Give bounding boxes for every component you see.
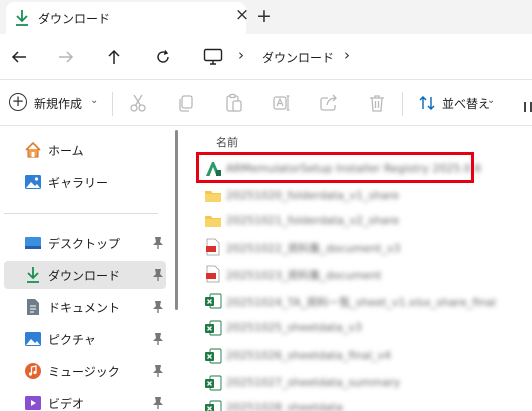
add-icon: + (9, 93, 27, 111)
copy-icon[interactable] (176, 93, 196, 113)
excel-file-icon (205, 320, 222, 336)
refresh-icon (157, 50, 169, 63)
file-row[interactable]: 20251021_folderdata_v2_share (200, 209, 480, 233)
up-button[interactable] (101, 44, 127, 70)
view-more-icon[interactable] (524, 102, 532, 112)
file-name: 20251021_folderdata_v2_share (226, 214, 400, 227)
file-row[interactable]: 20251020_folderdata_v1_share (200, 184, 480, 208)
sidebar-item-music[interactable]: ミュージック (4, 357, 166, 385)
gallery-icon (25, 175, 41, 189)
tab-title: ダウンロード (38, 12, 111, 26)
download-icon (27, 267, 39, 283)
download-icon (16, 10, 28, 26)
sidebar-item-videos[interactable]: ビデオ (4, 389, 166, 411)
tab-close-button[interactable]: × (232, 5, 252, 25)
new-button-label: 新規作成 (34, 97, 83, 111)
file-row[interactable]: 20251022_資料集_document_v3 (200, 235, 480, 259)
new-tab-button[interactable]: + (253, 5, 275, 27)
delete-icon[interactable] (367, 93, 387, 113)
file-name: 20251020_folderdata_v1_share (226, 189, 400, 202)
sort-icon (419, 96, 435, 110)
sidebar-item-desktop[interactable]: デスクトップ (4, 229, 166, 257)
pin-icon[interactable] (152, 332, 164, 346)
pin-icon[interactable] (152, 364, 164, 378)
pictures-icon (25, 332, 41, 346)
folder-icon (205, 191, 221, 202)
sidebar-item-label: ギャラリー (48, 176, 109, 190)
videos-icon (25, 396, 41, 410)
sidebar-item-label: ダウンロード (48, 269, 121, 283)
cut-icon[interactable] (128, 93, 148, 113)
back-button[interactable] (6, 44, 32, 70)
file-name: 20251022_資料集_document_v3 (226, 242, 401, 255)
file-row[interactable]: 20251026_sheetdata_final_v4 (200, 344, 480, 368)
excel-file-icon (205, 348, 222, 364)
sidebar-divider (4, 213, 158, 214)
breadcrumb-separator[interactable]: › (344, 46, 350, 64)
chevron-down-icon: ⌄ (90, 95, 99, 106)
forward-button[interactable] (53, 44, 79, 70)
sidebar-item-label: ドキュメント (48, 301, 121, 315)
arrow-right-icon (59, 51, 74, 63)
sidebar-item-label: ピクチャ (48, 333, 96, 347)
chevron-down-icon: ⌄ (487, 95, 496, 106)
refresh-button[interactable] (150, 44, 176, 70)
folder-icon (205, 216, 221, 227)
documents-icon (27, 299, 39, 315)
sidebar-scrollbar[interactable] (175, 130, 178, 310)
file-name: 20251023_資料集_document (226, 269, 382, 282)
pin-icon[interactable] (152, 268, 164, 282)
file-name: 20251027_sheetdata_summary (226, 376, 401, 389)
divider (112, 92, 113, 116)
file-row[interactable]: 20251023_資料集_document (200, 262, 480, 286)
file-name: 20251024_TA_資料一覧_sheet_v1.xlsx_share_fin… (226, 296, 496, 309)
music-icon (25, 363, 41, 379)
sidebar-item-label: デスクトップ (48, 237, 121, 251)
desktop-icon (25, 237, 41, 249)
excel-file-icon (205, 400, 222, 411)
navigation-pane: ホーム ギャラリー デスクトップ ダウンロード ドキュメント ピクチャ ミュージ… (0, 126, 170, 411)
divider (402, 92, 403, 116)
sidebar-item-gallery[interactable]: ギャラリー (4, 168, 166, 196)
sidebar-item-pictures[interactable]: ピクチャ (4, 325, 166, 353)
paste-icon[interactable] (224, 93, 244, 113)
arrow-up-icon (108, 49, 120, 64)
sidebar-item-label: ビデオ (48, 397, 85, 411)
pin-icon[interactable] (152, 396, 164, 410)
pdf-file-icon (206, 265, 220, 283)
file-name: 20251026_sheetdata_final_v4 (226, 349, 392, 362)
file-name: 20251025_sheetdata_v3 (226, 321, 362, 334)
arrow-left-icon (11, 51, 26, 63)
excel-file-icon (205, 375, 222, 391)
file-row[interactable]: 20251024_TA_資料一覧_sheet_v1.xlsx_share_fin… (200, 289, 496, 313)
tab-bar: ダウンロード × + (0, 0, 532, 34)
excel-file-icon (205, 293, 222, 309)
new-button[interactable]: + 新規作成 ⌄ (4, 90, 104, 116)
file-row[interactable]: 20251027_sheetdata_summary (200, 371, 480, 395)
file-row[interactable]: 20251028_sheetdata (200, 396, 480, 411)
share-icon[interactable] (319, 93, 339, 113)
command-bar: + 新規作成 ⌄ 並べ替え ⌄ (0, 80, 532, 126)
sidebar-item-label: ミュージック (48, 365, 120, 379)
pin-icon[interactable] (152, 236, 164, 250)
sort-button[interactable]: 並べ替え ⌄ (412, 90, 502, 116)
highlight-box (196, 152, 474, 183)
pdf-file-icon (206, 238, 220, 256)
this-pc-icon[interactable] (203, 48, 223, 66)
address-bar-row: › ダウンロード › (0, 34, 532, 80)
home-icon (25, 141, 41, 158)
file-name: 20251028_sheetdata (226, 401, 343, 411)
sidebar-item-label: ホーム (48, 144, 84, 158)
sidebar-item-home[interactable]: ホーム (4, 136, 166, 164)
file-row[interactable]: 20251025_sheetdata_v3 (200, 316, 480, 340)
breadcrumb-separator[interactable]: › (238, 46, 244, 64)
rename-icon[interactable] (272, 93, 292, 113)
pin-icon[interactable] (152, 300, 164, 314)
column-header-name[interactable]: 名前 (216, 134, 238, 150)
sidebar-item-documents[interactable]: ドキュメント (4, 293, 166, 321)
breadcrumb-current[interactable]: ダウンロード (262, 49, 334, 66)
tab-downloads[interactable]: ダウンロード (6, 2, 246, 34)
sort-button-label: 並べ替え (442, 97, 491, 111)
sidebar-item-downloads[interactable]: ダウンロード (4, 261, 166, 289)
